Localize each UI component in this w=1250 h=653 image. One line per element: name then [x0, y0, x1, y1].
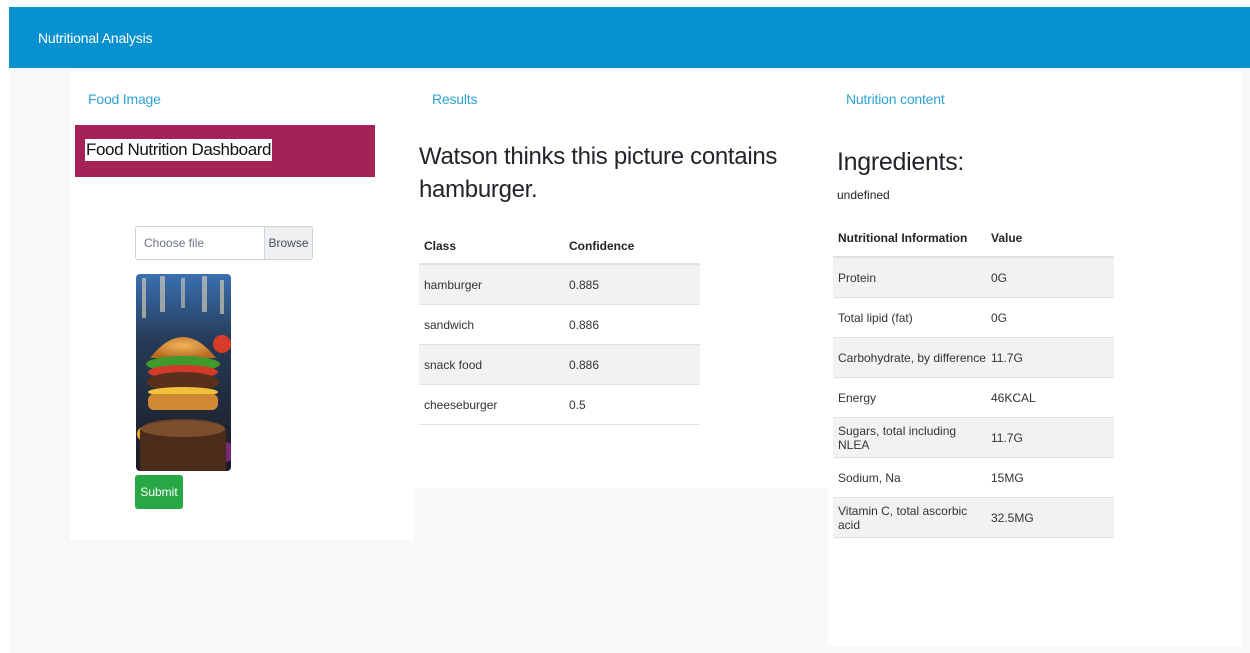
- nutrition-table: Nutritional Information Value Protein 0G…: [833, 220, 1114, 538]
- nutrient-name-cell: Carbohydrate, by difference: [833, 337, 986, 378]
- confidence-cell: 0.886: [564, 304, 700, 345]
- class-cell: hamburger: [419, 263, 564, 305]
- confidence-cell: 0.886: [564, 344, 700, 385]
- results-table: Class Confidence hamburger 0.885 sandwic…: [419, 229, 700, 425]
- results-heading: Results: [432, 91, 478, 107]
- browse-button[interactable]: Browse: [264, 227, 312, 259]
- nutrition-content-heading: Nutrition content: [846, 91, 945, 107]
- table-row: Vitamin C, total ascorbic acid 32.5MG: [833, 497, 1114, 538]
- file-input-placeholder[interactable]: Choose file: [136, 227, 264, 259]
- nutrient-name-cell: Energy: [833, 377, 986, 418]
- nutrient-value-cell: 32.5MG: [986, 497, 1114, 538]
- table-row: hamburger 0.885: [419, 263, 700, 305]
- navbar-brand[interactable]: Nutritional Analysis: [38, 30, 152, 46]
- table-row: Carbohydrate, by difference 11.7G: [833, 337, 1114, 378]
- confidence-cell: 0.885: [564, 263, 700, 305]
- table-row: Sodium, Na 15MG: [833, 457, 1114, 498]
- dashboard-title: Food Nutrition Dashboard: [85, 139, 273, 161]
- table-row: snack food 0.886: [419, 344, 700, 385]
- confidence-cell: 0.5: [564, 384, 700, 425]
- nutrient-value-cell: 46KCAL: [986, 377, 1114, 418]
- ingredients-text: undefined: [837, 188, 890, 202]
- food-image-heading: Food Image: [88, 91, 161, 107]
- class-cell: sandwich: [419, 304, 564, 345]
- nutrition-header-row: Nutritional Information Value: [833, 220, 1114, 258]
- nutrient-value-cell: 0G: [986, 256, 1114, 298]
- results-header-row: Class Confidence: [419, 229, 700, 265]
- nutrient-value-cell: 15MG: [986, 457, 1114, 498]
- nutrient-value-cell: 11.7G: [986, 417, 1114, 458]
- nutrient-name-cell: Sodium, Na: [833, 457, 986, 498]
- dashboard-banner: Food Nutrition Dashboard: [75, 125, 375, 177]
- submit-button[interactable]: Submit: [135, 475, 183, 509]
- nutrient-value-cell: 0G: [986, 297, 1114, 338]
- table-row: Energy 46KCAL: [833, 377, 1114, 418]
- navbar: Nutritional Analysis: [9, 7, 1250, 68]
- file-chooser[interactable]: Choose file Browse: [135, 226, 313, 260]
- nutritional-information-column-header: Nutritional Information: [833, 220, 986, 258]
- nutrient-name-cell: Sugars, total including NLEA: [833, 417, 986, 458]
- table-row: Sugars, total including NLEA 11.7G: [833, 417, 1114, 458]
- value-column-header: Value: [986, 220, 1114, 258]
- nutrient-name-cell: Total lipid (fat): [833, 297, 986, 338]
- class-cell: cheeseburger: [419, 384, 564, 425]
- ingredients-heading: Ingredients:: [837, 148, 965, 176]
- nutrient-name-cell: Vitamin C, total ascorbic acid: [833, 497, 986, 538]
- food-image: [136, 274, 231, 471]
- nutrient-name-cell: Protein: [833, 256, 986, 298]
- class-column-header: Class: [419, 229, 564, 265]
- watson-result-heading: Watson thinks this picture contains hamb…: [419, 143, 778, 203]
- hamburger-image: [136, 274, 231, 471]
- table-row: cheeseburger 0.5: [419, 384, 700, 425]
- table-row: Protein 0G: [833, 256, 1114, 298]
- class-cell: snack food: [419, 344, 564, 385]
- table-row: Total lipid (fat) 0G: [833, 297, 1114, 338]
- table-row: sandwich 0.886: [419, 304, 700, 345]
- nutrient-value-cell: 11.7G: [986, 337, 1114, 378]
- confidence-column-header: Confidence: [564, 229, 700, 265]
